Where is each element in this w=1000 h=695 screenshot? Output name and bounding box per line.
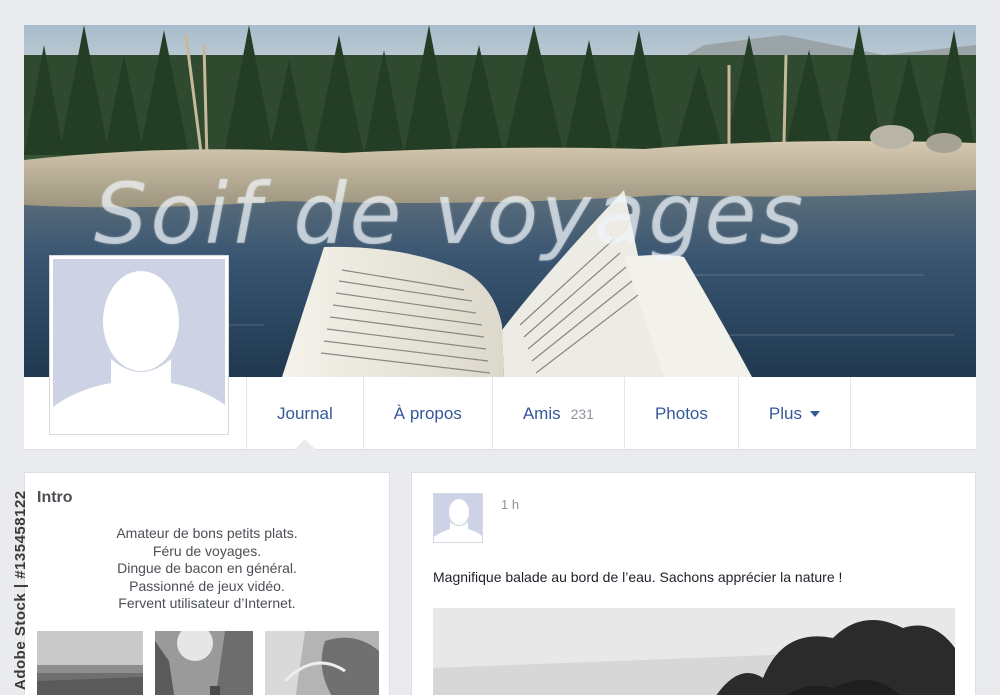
tab-more-label: Plus	[768, 403, 802, 423]
tab-journal[interactable]: Journal	[246, 377, 363, 450]
photo-thumbnail[interactable]	[265, 631, 379, 695]
profile-tabs: Journal À propos Amis 231 Photos Plus	[246, 377, 851, 450]
tab-about-label: À propos	[393, 403, 462, 423]
cover-title-text: Soif de voyages	[94, 165, 807, 263]
tab-more[interactable]: Plus	[737, 377, 851, 450]
tab-friends[interactable]: Amis 231	[491, 377, 624, 450]
intro-card: Intro Amateur de bons petits plats. Féru…	[24, 472, 390, 695]
beach-photo-thumbnail	[37, 631, 143, 695]
silhouette-avatar-icon	[434, 494, 482, 542]
stock-watermark-text: Adobe Stock | #135458122	[12, 490, 29, 690]
tab-photos-label: Photos	[654, 403, 708, 423]
chevron-down-icon	[809, 410, 820, 417]
avatar	[53, 259, 225, 431]
leaves-photo-thumbnail	[265, 631, 379, 695]
tab-journal-label: Journal	[277, 403, 333, 423]
intro-line: Amateur de bons petits plats.	[116, 525, 298, 541]
post-text: Magnifique balade au bord de l’eau. Sach…	[433, 569, 843, 585]
timeline-post: 1 h Magnifique balade au bord de l’eau. …	[411, 472, 976, 695]
forest-photo-thumbnail	[155, 631, 253, 695]
profile-picture[interactable]	[49, 255, 229, 435]
intro-line: Passionné de jeux vidéo.	[129, 577, 285, 594]
post-timestamp[interactable]: 1 h	[501, 497, 519, 512]
intro-photo-thumbnails	[37, 631, 391, 695]
intro-line: Féru de voyages.	[152, 542, 262, 559]
landscape-photo	[433, 608, 955, 695]
tab-friends-label: Amis	[522, 403, 561, 423]
photo-thumbnail[interactable]	[37, 631, 143, 695]
intro-title: Intro	[37, 489, 73, 506]
tab-about[interactable]: À propos	[362, 377, 492, 450]
intro-line: Dingue de bacon en général.	[117, 560, 297, 577]
intro-line: Fervent utilisateur d’Internet.	[118, 595, 296, 612]
post-author-avatar[interactable]	[433, 493, 483, 543]
intro-bio: Amateur de bons petits plats. Féru de vo…	[25, 525, 389, 613]
friends-count: 231	[570, 405, 594, 422]
photo-thumbnail[interactable]	[155, 631, 253, 695]
silhouette-avatar-icon	[53, 259, 225, 431]
tab-photos[interactable]: Photos	[623, 377, 738, 450]
post-photo[interactable]	[433, 608, 955, 695]
